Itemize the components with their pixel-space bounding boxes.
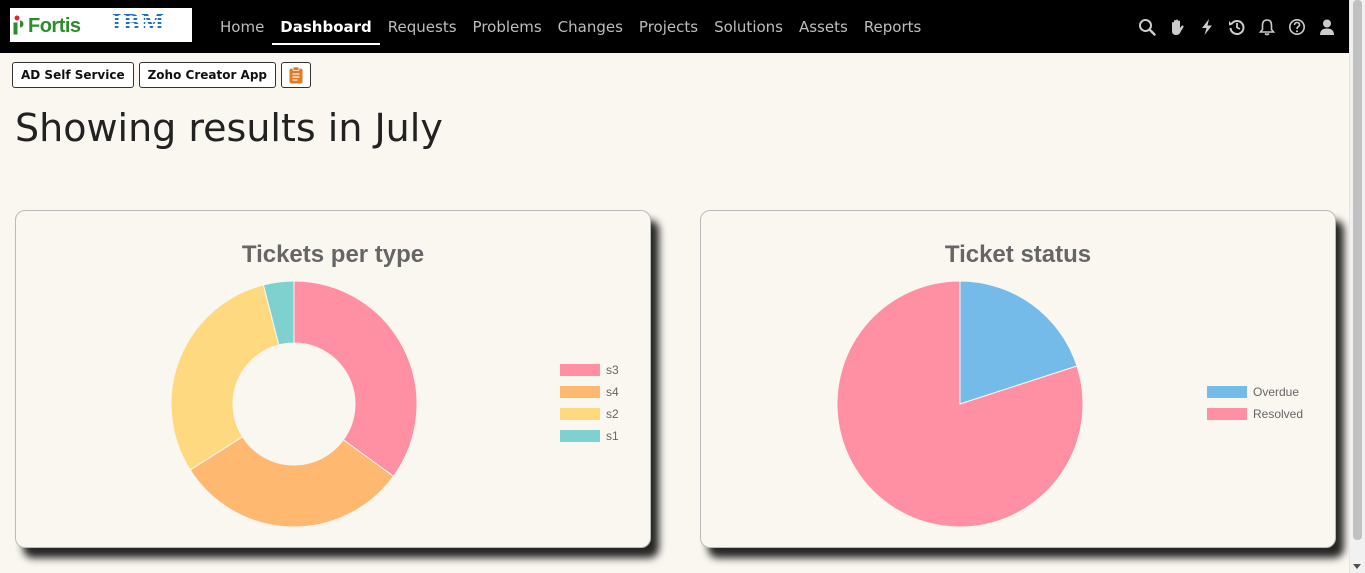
tickets-per-type-card: Tickets per type s3 s4 s2 s1 xyxy=(15,210,651,548)
fortis-ibm-logo[interactable]: Fortis IBM xyxy=(10,8,192,42)
lightning-icon[interactable] xyxy=(1197,17,1216,36)
legend-label: s3 xyxy=(606,363,619,377)
vertical-scrollbar[interactable] xyxy=(1349,0,1365,573)
bell-icon[interactable] xyxy=(1257,17,1276,36)
legend-item[interactable]: Resolved xyxy=(1207,403,1303,425)
clipboard-button[interactable] xyxy=(281,62,312,88)
legend-item[interactable]: Overdue xyxy=(1207,381,1303,403)
history-icon[interactable] xyxy=(1227,17,1246,36)
fortis-mark-icon xyxy=(13,15,24,35)
tickets-per-type-chart xyxy=(170,280,418,528)
fortis-logo: Fortis xyxy=(12,15,81,38)
quick-links-toolbar: AD Self Service Zoho Creator App xyxy=(12,62,312,88)
main-nav: Home Dashboard Requests Problems Changes… xyxy=(212,0,929,53)
nav-solutions[interactable]: Solutions xyxy=(706,0,791,53)
legend-swatch xyxy=(1207,386,1247,398)
pie-slice-s3[interactable] xyxy=(293,280,418,477)
legend-item[interactable]: s3 xyxy=(560,359,619,381)
legend-label: Resolved xyxy=(1253,407,1304,421)
chart-legend: s3 s4 s2 s1 xyxy=(560,359,619,447)
fortis-logo-text: Fortis xyxy=(28,15,81,37)
nav-changes[interactable]: Changes xyxy=(550,0,631,53)
scrollbar-thumb[interactable] xyxy=(1353,0,1362,540)
clipboard-icon xyxy=(289,66,303,84)
user-icon[interactable] xyxy=(1317,17,1336,36)
legend-label: s1 xyxy=(606,429,619,443)
legend-item[interactable]: s4 xyxy=(560,381,619,403)
search-icon[interactable] xyxy=(1137,17,1156,36)
nav-home[interactable]: Home xyxy=(212,0,272,53)
pie-slice-s2[interactable] xyxy=(170,284,280,471)
legend-swatch xyxy=(560,364,600,376)
scroll-down-arrow-icon[interactable] xyxy=(1353,564,1361,569)
legend-swatch xyxy=(1207,408,1247,420)
nav-projects[interactable]: Projects xyxy=(631,0,706,53)
nav-assets[interactable]: Assets xyxy=(791,0,856,53)
legend-swatch xyxy=(560,408,600,420)
zoho-creator-app-button[interactable]: Zoho Creator App xyxy=(138,62,277,88)
nav-problems[interactable]: Problems xyxy=(465,0,550,53)
page-title: Showing results in July xyxy=(15,106,443,150)
legend-swatch xyxy=(560,430,600,442)
legend-swatch xyxy=(560,386,600,398)
nav-requests[interactable]: Requests xyxy=(380,0,465,53)
top-navbar: Fortis IBM Home Dashboard Requests Probl… xyxy=(0,0,1350,53)
ticket-status-chart xyxy=(836,280,1084,528)
legend-item[interactable]: s2 xyxy=(560,403,619,425)
nav-reports[interactable]: Reports xyxy=(856,0,930,53)
chart-legend: Overdue Resolved xyxy=(1207,381,1303,425)
ticket-status-card: Ticket status Overdue Resolved xyxy=(700,210,1336,548)
legend-label: s4 xyxy=(606,385,619,399)
ad-self-service-button[interactable]: AD Self Service xyxy=(12,62,134,88)
legend-label: Overdue xyxy=(1253,385,1300,399)
hand-icon[interactable] xyxy=(1167,17,1186,36)
ibm-logo-text: IBM xyxy=(112,10,166,36)
legend-label: s2 xyxy=(606,407,619,421)
help-icon[interactable] xyxy=(1287,17,1306,36)
nav-dashboard[interactable]: Dashboard xyxy=(272,0,381,53)
header-icons xyxy=(1137,0,1336,53)
legend-item[interactable]: s1 xyxy=(560,425,619,447)
